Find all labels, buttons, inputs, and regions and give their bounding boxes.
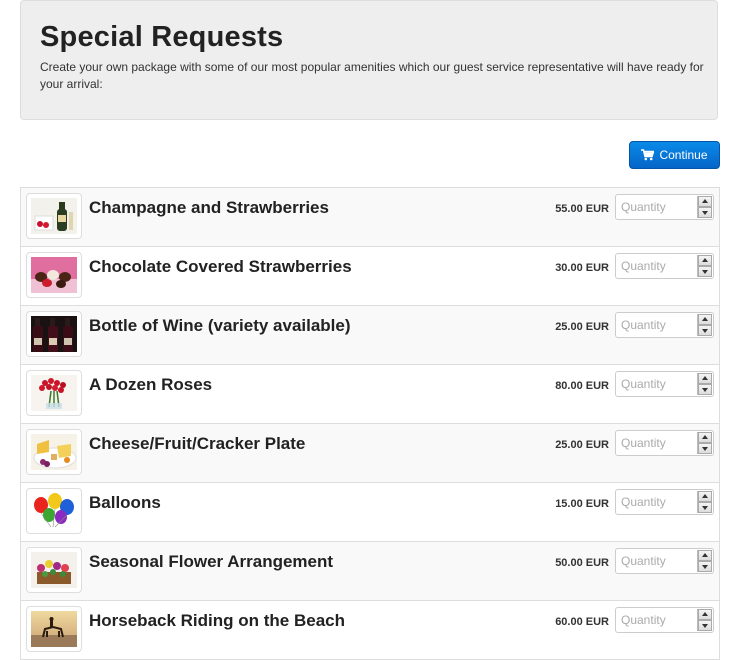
list-item: Balloons 15.00 EUR (20, 483, 720, 542)
quantity-spinner[interactable] (697, 609, 712, 631)
item-price: 80.00 EUR (555, 380, 609, 392)
list-item: Seasonal Flower Arrangement 50.00 EUR (20, 542, 720, 601)
quantity-stepper[interactable] (615, 548, 714, 574)
list-item: Champagne and Strawberries 55.00 EUR (20, 188, 720, 247)
flower-arrangement-image (26, 547, 82, 593)
quantity-input[interactable] (616, 490, 696, 514)
page-header: Special Requests Create your own package… (20, 0, 718, 120)
decrement-arrow-icon[interactable] (698, 266, 712, 277)
quantity-spinner[interactable] (697, 373, 712, 395)
quantity-input[interactable] (616, 431, 696, 455)
quantity-input[interactable] (616, 313, 696, 337)
list-item: Horseback Riding on the Beach 60.00 EUR (20, 601, 720, 660)
chocolate-strawberries-image (26, 252, 82, 298)
continue-label: Continue (659, 148, 708, 162)
decrement-arrow-icon[interactable] (698, 561, 712, 572)
quantity-spinner[interactable] (697, 432, 712, 454)
list-item: Bottle of Wine (variety available) 25.00… (20, 306, 720, 365)
item-name: Seasonal Flower Arrangement (89, 552, 334, 571)
item-price: 30.00 EUR (555, 262, 609, 274)
item-name: Chocolate Covered Strawberries (89, 257, 352, 276)
item-price: 25.00 EUR (555, 439, 609, 451)
amenities-list: Champagne and Strawberries 55.00 EUR Qua… (20, 187, 720, 660)
quantity-spinner[interactable] (697, 550, 712, 572)
item-price: 25.00 EUR (555, 321, 609, 333)
item-name: Champagne and Strawberries (89, 198, 329, 217)
increment-arrow-icon[interactable] (698, 432, 712, 443)
decrement-arrow-icon[interactable] (698, 207, 712, 218)
roses-image (26, 370, 82, 416)
quantity-stepper[interactable] (615, 607, 714, 633)
list-item: A Dozen Roses 80.00 EUR (20, 365, 720, 424)
page-title: Special Requests (40, 21, 284, 53)
cart-icon (641, 149, 655, 161)
wine-bottles-image (26, 311, 82, 357)
quantity-input[interactable] (616, 195, 696, 219)
quantity-input[interactable] (616, 549, 696, 573)
increment-arrow-icon[interactable] (698, 373, 712, 384)
item-name: Cheese/Fruit/Cracker Plate (89, 434, 306, 453)
quantity-input[interactable] (616, 372, 696, 396)
quantity-stepper[interactable] (615, 253, 714, 279)
item-price: 55.00 EUR (555, 203, 609, 215)
increment-arrow-icon[interactable] (698, 255, 712, 266)
list-item: Chocolate Covered Strawberries 30.00 EUR (20, 247, 720, 306)
cheese-plate-image (26, 429, 82, 475)
item-name: Bottle of Wine (variety available) (89, 316, 351, 335)
quantity-spinner[interactable] (697, 314, 712, 336)
quantity-stepper[interactable] (615, 194, 714, 220)
decrement-arrow-icon[interactable] (698, 384, 712, 395)
item-price: 60.00 EUR (555, 616, 609, 628)
decrement-arrow-icon[interactable] (698, 502, 712, 513)
item-name: Balloons (89, 493, 161, 512)
increment-arrow-icon[interactable] (698, 550, 712, 561)
decrement-arrow-icon[interactable] (698, 443, 712, 454)
quantity-stepper[interactable] (615, 312, 714, 338)
quantity-input[interactable] (616, 254, 696, 278)
quantity-spinner[interactable] (697, 255, 712, 277)
decrement-arrow-icon[interactable] (698, 325, 712, 336)
quantity-stepper[interactable] (615, 371, 714, 397)
quantity-spinner[interactable] (697, 491, 712, 513)
continue-button[interactable]: Continue (629, 141, 720, 169)
item-price: 50.00 EUR (555, 557, 609, 569)
item-name: Horseback Riding on the Beach (89, 611, 345, 630)
quantity-stepper[interactable] (615, 489, 714, 515)
increment-arrow-icon[interactable] (698, 314, 712, 325)
page-description: Create your own package with some of our… (40, 60, 704, 91)
increment-arrow-icon[interactable] (698, 196, 712, 207)
quantity-input[interactable] (616, 608, 696, 632)
horseback-beach-image (26, 606, 82, 652)
quantity-spinner[interactable] (697, 196, 712, 218)
balloons-image (26, 488, 82, 534)
decrement-arrow-icon[interactable] (698, 620, 712, 631)
item-price: 15.00 EUR (555, 498, 609, 510)
increment-arrow-icon[interactable] (698, 609, 712, 620)
item-name: A Dozen Roses (89, 375, 213, 394)
list-item: Cheese/Fruit/Cracker Plate 25.00 EUR (20, 424, 720, 483)
quantity-stepper[interactable] (615, 430, 714, 456)
champagne-strawberries-image (26, 193, 82, 239)
increment-arrow-icon[interactable] (698, 491, 712, 502)
